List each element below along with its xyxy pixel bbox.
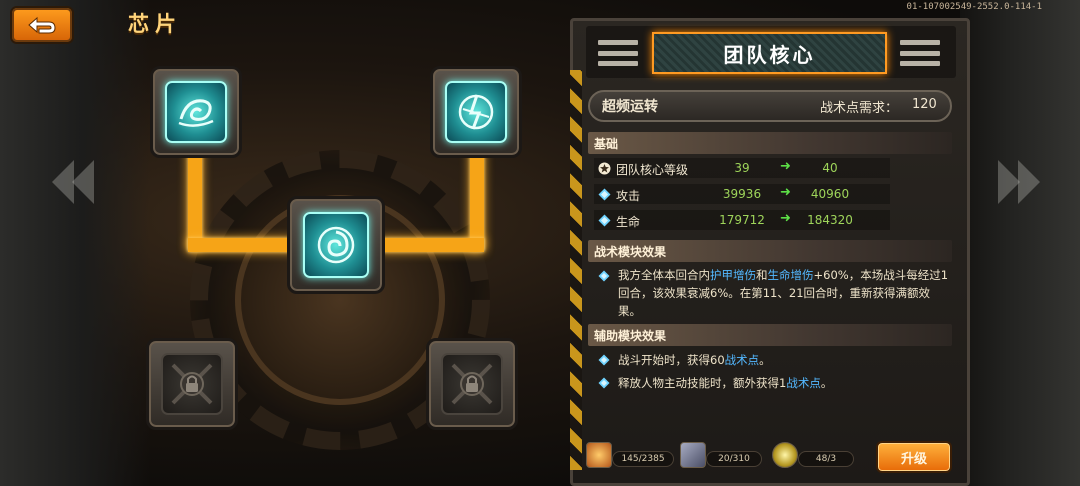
keyword-highlight: 战术点 xyxy=(786,376,821,390)
effect-text-part: 和 xyxy=(756,268,768,282)
page-title: 芯片 xyxy=(128,12,182,36)
data-card-icon[interactable] xyxy=(680,442,706,468)
section-title-auxiliary: 辅助模块效果 xyxy=(594,329,667,343)
wire-left-horizontal xyxy=(188,238,298,252)
arrow-right-icon: ➜ xyxy=(780,211,791,226)
stat-old-value: 179712 xyxy=(719,213,765,227)
chip-face xyxy=(165,81,227,143)
chip-material-icon[interactable] xyxy=(586,442,612,468)
chip-slot-center[interactable] xyxy=(287,196,385,294)
diamond-icon xyxy=(598,354,610,366)
auxiliary-effect-text: 释放人物主动技能时，额外获得1战术点。 xyxy=(618,374,948,392)
section-header-basic xyxy=(588,132,952,154)
section-title-tactical: 战术模块效果 xyxy=(594,245,667,259)
keyword-highlight: 护甲增伤 xyxy=(710,268,756,282)
effect-text-part: 释放人物主动技能时，额外获得1 xyxy=(618,376,787,390)
arrow-right-icon: ➜ xyxy=(780,185,791,200)
chip-face xyxy=(303,212,369,278)
section-title-basic: 基础 xyxy=(594,137,619,151)
stat-new-value: 40 xyxy=(822,161,838,175)
keyword-highlight: 战术点 xyxy=(724,353,760,367)
chevron-left-icon xyxy=(52,160,74,204)
skill-cost-label: 战术点需求： xyxy=(820,101,899,116)
left-wall xyxy=(0,0,150,486)
chip-slot-bottom-left[interactable] xyxy=(146,338,238,430)
swirl-emblem-icon xyxy=(178,99,214,127)
stat-label: 生命 xyxy=(616,215,641,229)
stat-old-value: 39 xyxy=(734,161,750,175)
wire-right-horizontal xyxy=(380,238,484,252)
effect-text-part: 。 xyxy=(820,376,833,390)
stat-label: 攻击 xyxy=(616,189,641,203)
lock-icon xyxy=(171,363,213,405)
skill-name: 超频运转 xyxy=(602,99,658,115)
panel-title: 团队核心 xyxy=(652,32,887,74)
auxiliary-effect-text: 战斗开始时，获得60战术点。 xyxy=(618,351,948,369)
star-icon xyxy=(598,162,611,175)
lock-icon xyxy=(451,363,493,405)
resource-count: 145/2385 xyxy=(612,451,674,467)
diamond-icon xyxy=(598,377,610,389)
menu-icon xyxy=(900,40,940,66)
menu-icon xyxy=(598,40,638,66)
chevron-left-icon xyxy=(72,160,94,204)
diamond-icon xyxy=(598,214,611,227)
hazard-stripe xyxy=(570,70,582,470)
keyword-highlight: 生命增伤 xyxy=(767,268,814,282)
chevron-right-icon xyxy=(998,160,1020,204)
build-id-text: 01-107002549-2552.0-114-1 xyxy=(906,2,1042,12)
chip-slot-bottom-right[interactable] xyxy=(426,338,518,430)
diamond-icon xyxy=(598,188,611,201)
stat-new-value: 40960 xyxy=(810,187,850,201)
stat-label: 团队核心等级 xyxy=(616,163,689,177)
vortex-core-icon xyxy=(317,226,355,264)
arrow-right-icon: ➜ xyxy=(780,159,791,174)
wire-left-vertical xyxy=(188,150,202,250)
resource-count: 20/310 xyxy=(706,451,762,467)
chevron-right-icon xyxy=(1018,160,1040,204)
effect-text-part: 。 xyxy=(759,353,771,367)
chip-slot-top-left[interactable] xyxy=(150,66,242,158)
upgrade-button[interactable]: 升级 xyxy=(876,441,952,473)
wire-right-vertical xyxy=(470,150,484,250)
resource-count: 48/3 xyxy=(798,451,854,467)
core-gem-icon[interactable] xyxy=(772,442,798,468)
lightning-figure-icon xyxy=(458,94,494,130)
chip-face xyxy=(445,81,507,143)
back-arrow-icon xyxy=(28,16,56,34)
chip-face-locked xyxy=(441,353,503,415)
effect-text-part: 我方全体本回合内 xyxy=(618,268,710,282)
stat-new-value: 184320 xyxy=(807,213,853,227)
chip-face-locked xyxy=(161,353,223,415)
effect-text-part: 战斗开始时，获得60 xyxy=(618,353,725,367)
right-wall xyxy=(960,0,1080,486)
tactical-effect-text: 我方全体本回合内护甲增伤和生命增伤+60%，本场战斗每经过1回合，该效果衰减6%… xyxy=(618,266,948,320)
back-button[interactable] xyxy=(10,6,74,44)
chip-slot-top-right[interactable] xyxy=(430,66,522,158)
diamond-icon xyxy=(598,270,610,282)
skill-cost-value: 120 xyxy=(912,97,937,112)
stat-old-value: 39936 xyxy=(722,187,762,201)
